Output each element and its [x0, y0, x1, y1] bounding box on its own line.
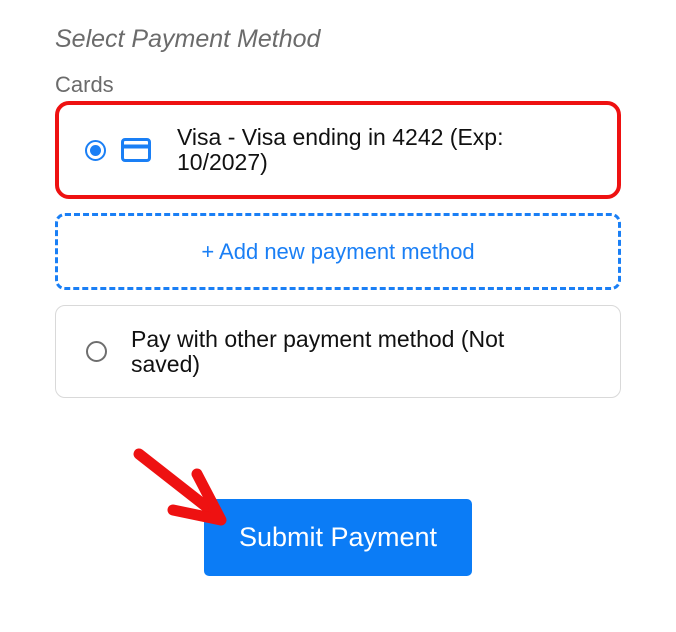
saved-card-label: Visa - Visa ending in 4242 (Exp: 10/2027… [177, 124, 504, 175]
other-payment-label: Pay with other payment method (Not saved… [131, 325, 505, 377]
saved-card-option[interactable]: Visa - Visa ending in 4242 (Exp: 10/2027… [55, 101, 621, 199]
payment-method-panel: Select Payment Method Cards Visa - Visa … [0, 0, 676, 632]
add-payment-method-button[interactable]: + Add new payment method [55, 213, 621, 290]
cards-group-label: Cards [55, 72, 114, 97]
credit-card-icon [121, 138, 151, 162]
other-payment-option[interactable]: Pay with other payment method (Not saved… [55, 305, 621, 398]
saved-card-radio[interactable] [85, 139, 106, 161]
submit-payment-button[interactable]: Submit Payment [204, 499, 472, 576]
other-payment-radio[interactable] [86, 341, 107, 362]
section-title: Select Payment Method [55, 25, 321, 53]
